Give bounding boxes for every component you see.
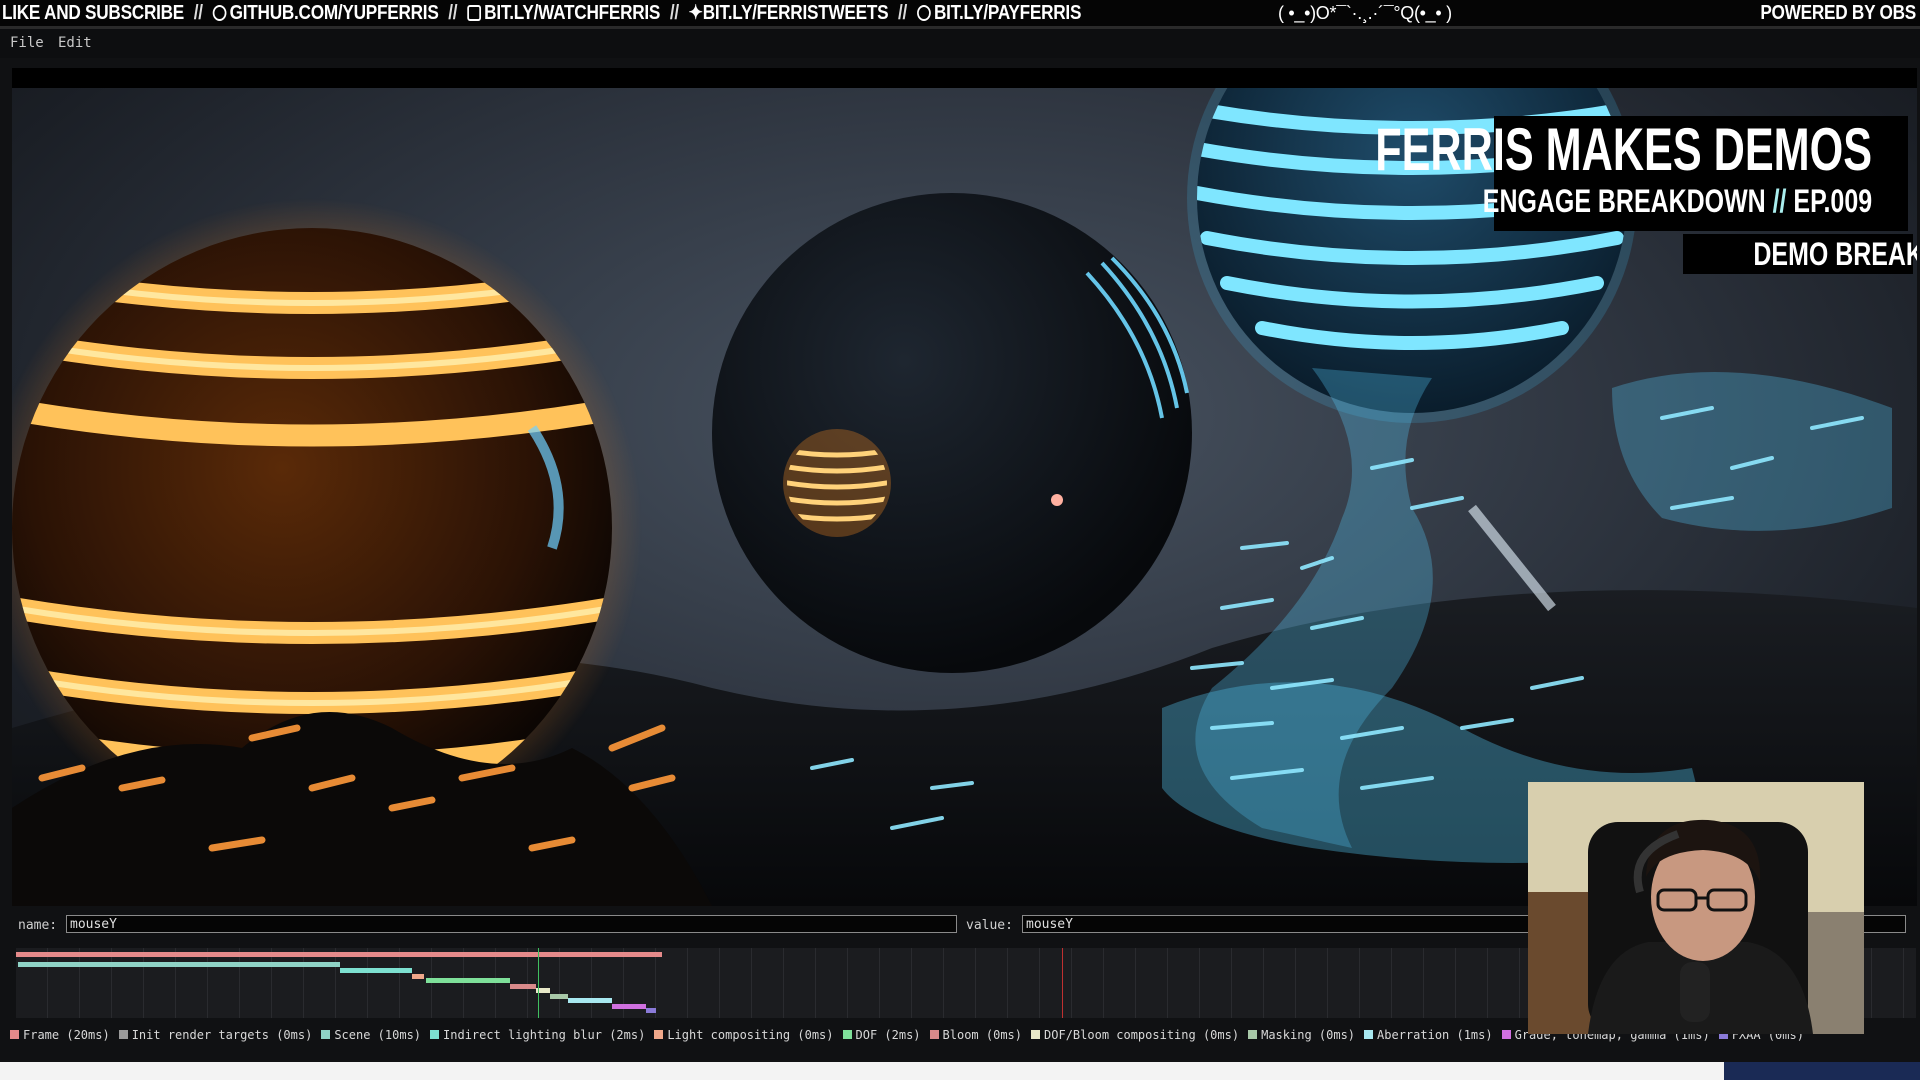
timeline-bar-indirect-blur xyxy=(340,968,412,973)
legend-swatch xyxy=(654,1030,664,1039)
bottom-strip-dark xyxy=(1724,1062,1920,1080)
menu-file[interactable]: File xyxy=(10,35,44,51)
legend-item: DOF (2ms) xyxy=(842,1028,921,1042)
patreon-icon xyxy=(916,5,931,21)
banner-subscribe: LIKE AND SUBSCRIBE xyxy=(2,2,185,24)
legend-item: Aberration (1ms) xyxy=(1364,1028,1493,1042)
legend-item: Init render targets (0ms) xyxy=(118,1028,313,1042)
name-input[interactable] xyxy=(66,915,957,933)
legend-label: Init render targets (0ms) xyxy=(131,1028,313,1042)
legend-swatch xyxy=(430,1030,440,1039)
legend-item: Light compositing (0ms) xyxy=(654,1028,834,1042)
banner-separator: // xyxy=(193,2,203,24)
legend-swatch xyxy=(10,1030,19,1039)
banner-patreon: BIT.LY/PAYFERRIS xyxy=(933,2,1082,24)
banner-links: LIKE AND SUBSCRIBE // GITHUB.COM/YUPFERR… xyxy=(2,0,1081,26)
viewport-top-bar xyxy=(12,68,1917,88)
overlay-subtitle-separator: // xyxy=(1772,183,1787,219)
timeline-bar-scene xyxy=(18,962,340,967)
banner-twitter: BIT.LY/FERRISTWEETS xyxy=(702,2,889,24)
name-label: name: xyxy=(18,918,58,933)
timeline-bar-grade xyxy=(612,1004,646,1009)
legend-swatch xyxy=(118,1030,128,1039)
bottom-strip xyxy=(0,1062,1920,1080)
overlay-subtitle-show: ENGAGE BREAKDOWN xyxy=(1482,183,1766,219)
legend-item: Bloom (0ms) xyxy=(929,1028,1023,1042)
timeline-bar-light-compositing xyxy=(412,974,424,979)
timeline-bar-dof xyxy=(426,978,510,983)
timeline-bar-masking xyxy=(550,994,568,999)
legend-item: Frame (20ms) xyxy=(10,1028,110,1042)
legend-swatch xyxy=(1031,1030,1041,1039)
legend-label: Scene (10ms) xyxy=(334,1028,422,1042)
legend-swatch xyxy=(1248,1030,1258,1039)
legend-label: Masking (0ms) xyxy=(1261,1028,1356,1042)
legend-swatch xyxy=(1364,1030,1374,1039)
overlay-title-box: FERRIS MAKES DEMOS ENGAGE BREAKDOWN // E… xyxy=(1375,116,1908,231)
overlay-subtitle-episode: EP.009 xyxy=(1793,183,1872,219)
legend-label: Light compositing (0ms) xyxy=(667,1028,834,1042)
legend-item: Scene (10ms) xyxy=(321,1028,421,1042)
overlay-subtitle: ENGAGE BREAKDOWN // EP.009 xyxy=(1483,182,1872,220)
legend-swatch xyxy=(321,1030,331,1039)
banner-twitch: BIT.LY/WATCHFERRIS xyxy=(484,2,661,24)
timeline-bar-frame xyxy=(16,952,662,957)
twitter-icon: ✦ xyxy=(688,2,703,24)
value-label: value: xyxy=(966,918,1013,933)
legend-label: Frame (20ms) xyxy=(23,1028,110,1042)
banner-separator: // xyxy=(448,2,458,24)
legend-item: Masking (0ms) xyxy=(1248,1028,1355,1042)
menu-bar: File Edit xyxy=(0,26,1920,58)
legend-label: Bloom (0ms) xyxy=(942,1028,1023,1042)
legend-item: DOF/Bloom compositing (0ms) xyxy=(1031,1028,1239,1042)
overlay-title: FERRIS MAKES DEMOS xyxy=(1375,116,1872,183)
legend-label: Aberration (1ms) xyxy=(1377,1028,1493,1042)
overlay-badge: DEMO BREAKDOWN xyxy=(1683,234,1917,274)
banner-separator: // xyxy=(898,2,908,24)
banner-github: GITHUB.COM/YUPFERRIS xyxy=(229,2,439,24)
legend-swatch xyxy=(842,1030,852,1039)
banner-separator: // xyxy=(669,2,679,24)
legend-label: Indirect lighting blur (2ms) xyxy=(443,1028,646,1042)
stream-banner: LIKE AND SUBSCRIBE // GITHUB.COM/YUPFERR… xyxy=(0,0,1920,26)
timeline-marker[interactable] xyxy=(1062,948,1063,1018)
legend-item: Indirect lighting blur (2ms) xyxy=(430,1028,645,1042)
menu-edit[interactable]: Edit xyxy=(58,35,92,51)
github-icon xyxy=(212,5,227,21)
webcam-overlay xyxy=(1528,782,1864,1034)
timeline-bar-fxaa xyxy=(646,1008,656,1013)
legend-swatch xyxy=(929,1030,939,1039)
timeline-bar-aberration xyxy=(568,998,612,1003)
timeline-bar-bloom xyxy=(510,984,536,989)
timeline-playhead[interactable] xyxy=(538,948,539,1018)
demo-tool-window: File Edit FERRIS MAKES DEMOS ENGAGE BREA… xyxy=(0,26,1920,1062)
twitch-icon xyxy=(466,5,481,21)
webcam-feed xyxy=(1528,782,1864,1034)
banner-kaomoji: ( •_•)O*¯`·.¸.·´¯°Q(•_• ) xyxy=(1278,3,1452,23)
banner-powered-by: POWERED BY OBS xyxy=(1760,2,1916,24)
legend-label: DOF/Bloom compositing (0ms) xyxy=(1044,1028,1240,1042)
legend-swatch xyxy=(1501,1030,1511,1039)
overlay-badge-text: DEMO BREAKDOWN xyxy=(1753,236,1917,272)
legend-label: DOF (2ms) xyxy=(855,1028,921,1042)
